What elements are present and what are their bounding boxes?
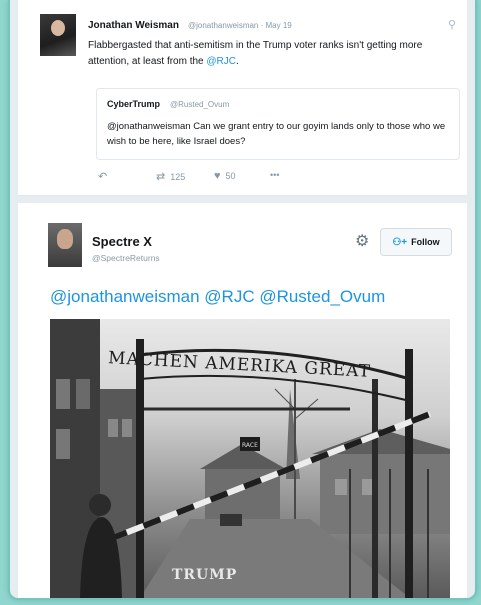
quoted-tweet[interactable]: CyberTrump @Rusted_Ovum @jonathanweisman… — [96, 88, 460, 160]
tweet-jonathan-weisman[interactable]: Jonathan Weisman @jonathanweisman · May … — [18, 0, 467, 196]
reply-icon: ↶ — [98, 171, 108, 183]
author-name[interactable]: Spectre X — [92, 234, 152, 249]
ground-text: TRUMP — [172, 567, 238, 583]
quoted-tweet-text: @jonathanweisman Can we grant entry to o… — [107, 121, 446, 147]
follow-label: Follow — [411, 237, 440, 247]
avatar[interactable] — [48, 223, 82, 267]
quoted-author-handle: @Rusted_Ovum — [170, 100, 230, 109]
avatar[interactable] — [40, 14, 76, 56]
like-count: 50 — [225, 171, 236, 181]
heart-icon: ♥ — [214, 170, 221, 182]
mention-link[interactable]: @RJC — [206, 56, 236, 67]
retweet-icon: ⇄ — [156, 171, 166, 183]
follow-button[interactable]: ⚇+ Follow — [380, 228, 452, 256]
small-sign-text: RACE — [242, 442, 258, 449]
location-pin-icon: ⚲ — [448, 19, 457, 31]
more-button[interactable]: ••• — [270, 170, 279, 180]
tweet-photo[interactable]: RACE MACHEN AMERIKA GREAT TRUMP — [50, 319, 450, 598]
author-name[interactable]: Jonathan Weisman — [88, 20, 179, 31]
retweet-count: 125 — [170, 172, 186, 182]
gear-icon[interactable]: ⚙ — [355, 231, 369, 251]
reply-button[interactable]: ↶ — [98, 170, 112, 183]
more-icon: ••• — [270, 170, 280, 180]
retweet-button[interactable]: ⇄ 125 — [156, 170, 185, 183]
like-button[interactable]: ♥ 50 — [214, 170, 236, 182]
author-handle[interactable]: @SpectreReturns — [92, 253, 160, 263]
tweet-spectre-x[interactable]: Spectre X @SpectreReturns ⚙ ⚇+ Follow @j… — [18, 203, 467, 598]
screenshot-frame: Jonathan Weisman @jonathanweisman · May … — [8, 0, 477, 600]
tweet-text: Flabbergasted that anti-semitism in the … — [88, 40, 423, 67]
author-handle-date[interactable]: @jonathanweisman · May 19 — [188, 21, 292, 30]
tweet-text[interactable]: @jonathanweisman @RJC @Rusted_Ovum — [50, 287, 385, 307]
add-person-icon: ⚇+ — [392, 236, 408, 248]
quoted-author-name: CyberTrump — [107, 99, 161, 109]
